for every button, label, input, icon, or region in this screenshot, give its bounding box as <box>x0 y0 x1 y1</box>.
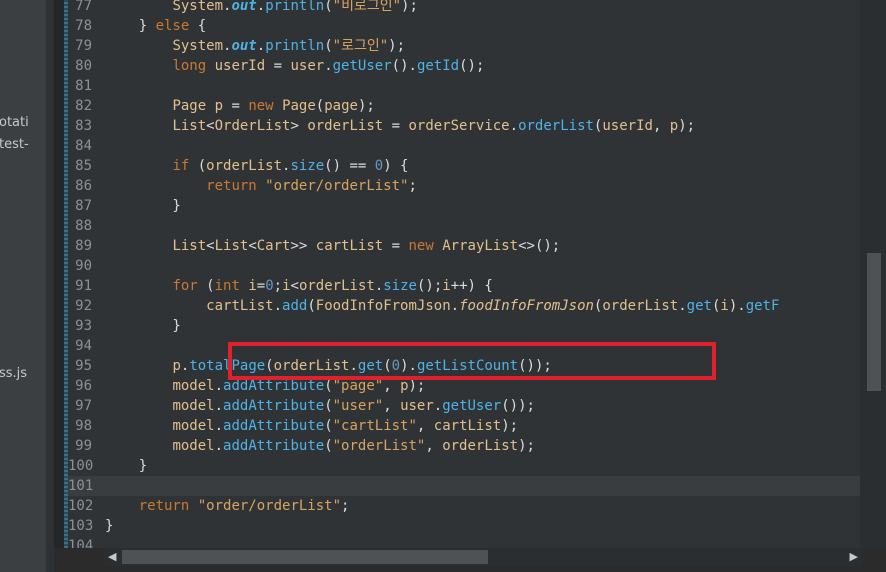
line-number: 97 <box>75 398 92 414</box>
line-number: 96 <box>75 378 92 394</box>
line-number: 94 <box>75 338 92 354</box>
explorer-item[interactable]: test- <box>0 137 29 152</box>
code-line[interactable]: 104 <box>68 536 860 548</box>
code-text[interactable]: if (orderList.size() == 0) { <box>105 156 408 176</box>
code-line[interactable]: 100 } <box>68 456 860 476</box>
scroll-right-icon[interactable]: ▶ <box>850 550 858 563</box>
code-line[interactable]: 82 Page p = new Page(page); <box>68 96 860 116</box>
code-line[interactable]: 81 <box>68 76 860 96</box>
code-line[interactable]: 101 <box>68 476 860 496</box>
explorer-item[interactable]: ss.js <box>0 366 27 381</box>
code-line[interactable]: 86 return "order/orderList"; <box>68 176 860 196</box>
project-explorer-panel: otati test- ss.js <box>0 0 46 572</box>
line-number: 95 <box>75 358 92 374</box>
line-number: 80 <box>75 58 92 74</box>
code-text[interactable]: } <box>105 316 180 336</box>
line-number: 90 <box>75 258 92 274</box>
line-number: 98 <box>75 418 92 434</box>
code-line[interactable]: 84 <box>68 136 860 156</box>
code-line[interactable]: 91 for (int i=0;i<orderList.size();i++) … <box>68 276 860 296</box>
line-number: 93 <box>75 318 92 334</box>
code-text[interactable]: List<List<Cart>> cartList = new ArrayLis… <box>105 236 560 256</box>
explorer-item[interactable]: otati <box>0 115 29 130</box>
line-number: 78 <box>75 18 92 34</box>
code-text[interactable]: model.addAttribute("orderList", orderLis… <box>105 436 534 456</box>
code-line[interactable]: 83 List<OrderList> orderList = orderServ… <box>68 116 860 136</box>
line-number: 103 <box>68 518 94 534</box>
line-number: 88 <box>75 218 92 234</box>
code-text[interactable]: for (int i=0;i<orderList.size();i++) { <box>105 276 492 296</box>
line-number: 83 <box>75 118 92 134</box>
code-line[interactable]: 97 model.addAttribute("user", user.getUs… <box>68 396 860 416</box>
code-line[interactable]: 78 } else { <box>68 16 860 36</box>
red-annotation-box <box>228 342 716 380</box>
code-text[interactable]: System.out.println("비로그인"); <box>105 0 417 16</box>
code-line[interactable]: 79 System.out.println("로그인"); <box>68 36 860 56</box>
line-number: 86 <box>75 178 92 194</box>
code-text[interactable]: List<OrderList> orderList = orderService… <box>105 116 695 136</box>
line-number: 84 <box>75 138 92 154</box>
code-text[interactable]: System.out.println("로그인"); <box>105 36 405 56</box>
scroll-left-icon[interactable]: ◀ <box>108 550 116 563</box>
line-number: 91 <box>75 278 92 294</box>
code-text[interactable]: } else { <box>105 16 206 36</box>
code-line[interactable]: 87 } <box>68 196 860 216</box>
code-line[interactable]: 89 List<List<Cart>> cartList = new Array… <box>68 236 860 256</box>
code-line[interactable]: 85 if (orderList.size() == 0) { <box>68 156 860 176</box>
code-line[interactable]: 98 model.addAttribute("cartList", cartLi… <box>68 416 860 436</box>
vertical-scrollbar[interactable] <box>860 0 886 548</box>
line-number: 102 <box>68 498 94 514</box>
horizontal-scroll-thumb[interactable] <box>122 550 488 564</box>
code-text[interactable]: } <box>105 456 147 476</box>
annotation-gutter <box>54 0 64 548</box>
code-line[interactable]: 88 <box>68 216 860 236</box>
code-line[interactable]: 103} <box>68 516 860 536</box>
code-line[interactable]: 92 cartList.add(FoodInfoFromJson.foodInf… <box>68 296 860 316</box>
panel-sash[interactable] <box>46 0 54 572</box>
code-line[interactable]: 90 <box>68 256 860 276</box>
line-number: 92 <box>75 298 92 314</box>
line-number: 87 <box>75 198 92 214</box>
code-text[interactable]: model.addAttribute("cartList", cartList)… <box>105 416 518 436</box>
code-line[interactable]: 77 System.out.println("비로그인"); <box>68 0 860 16</box>
line-number: 81 <box>75 78 92 94</box>
line-number: 99 <box>75 438 92 454</box>
line-number: 79 <box>75 38 92 54</box>
code-text[interactable]: cartList.add(FoodInfoFromJson.foodInfoFr… <box>105 296 779 316</box>
code-text[interactable]: } <box>105 516 113 536</box>
line-number: 82 <box>75 98 92 114</box>
code-line[interactable]: 99 model.addAttribute("orderList", order… <box>68 436 860 456</box>
code-line[interactable]: 80 long userId = user.getUser().getId(); <box>68 56 860 76</box>
line-number: 85 <box>75 158 92 174</box>
code-text[interactable]: } <box>105 196 180 216</box>
code-text[interactable]: return "order/orderList"; <box>105 176 417 196</box>
editor-bottom-border <box>54 566 886 572</box>
vertical-scroll-thumb[interactable] <box>867 253 881 391</box>
code-text[interactable]: return "order/orderList"; <box>105 496 350 516</box>
line-number: 77 <box>75 0 92 14</box>
code-lines[interactable]: 77 System.out.println("비로그인"); 78 } else … <box>68 0 860 548</box>
code-text[interactable]: long userId = user.getUser().getId(); <box>105 56 484 76</box>
code-text[interactable]: Page p = new Page(page); <box>105 96 374 116</box>
code-line[interactable]: 93 } <box>68 316 860 336</box>
code-text[interactable]: model.addAttribute("user", user.getUser(… <box>105 396 535 416</box>
horizontal-scrollbar[interactable]: ◀ ▶ <box>104 548 862 566</box>
line-number: 101 <box>68 478 94 494</box>
line-number: 104 <box>68 538 94 548</box>
line-number: 100 <box>68 458 94 474</box>
code-line[interactable]: 102 return "order/orderList"; <box>68 496 860 516</box>
code-editor[interactable]: 77 System.out.println("비로그인"); 78 } else … <box>54 0 886 548</box>
line-number: 89 <box>75 238 92 254</box>
